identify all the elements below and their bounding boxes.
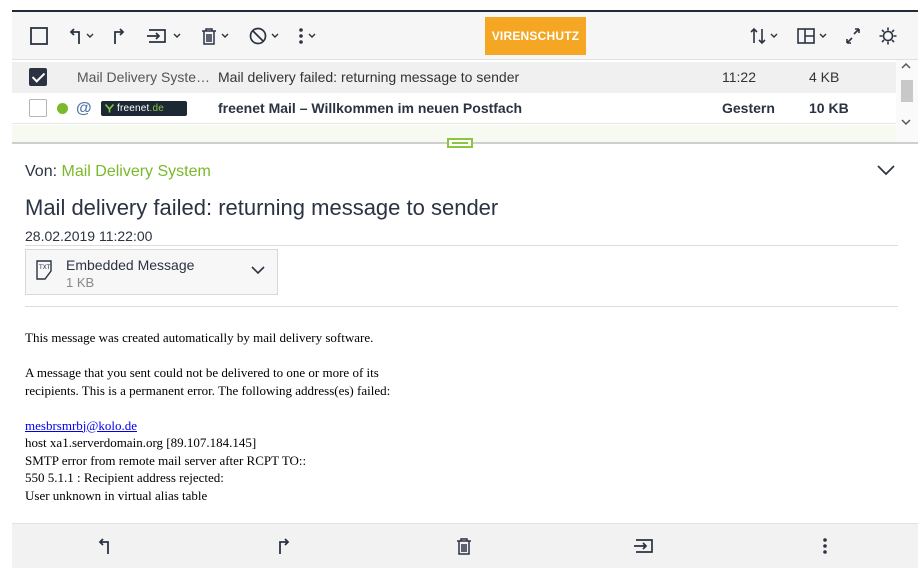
message-row[interactable]: @ freenet.de freenet Mail – Willkommen i… [12, 93, 896, 124]
message-list: Mail Delivery Syste… Mail delivery faile… [12, 60, 918, 142]
row-checkbox[interactable] [29, 68, 47, 86]
freenet-logo-text: freenet.de [117, 103, 165, 114]
move-button[interactable] [146, 22, 181, 50]
body-line: recipients. This is a permanent error. T… [25, 382, 391, 398]
checkbox-icon [30, 27, 48, 45]
mail-app: VIRENSCHUTZ Mail Delivery Syste… Mail de… [12, 10, 918, 568]
move-icon [147, 29, 166, 43]
text-file-icon: TXT [36, 260, 52, 280]
layout-icon [797, 28, 815, 44]
move-button[interactable] [633, 536, 657, 561]
trash-icon [457, 538, 471, 555]
chevron-down-icon [271, 33, 279, 38]
chevron-down-icon[interactable] [250, 265, 266, 275]
forward-icon [114, 28, 125, 44]
email-subject: Mail delivery failed: returning message … [25, 195, 499, 220]
message-sender: Mail Delivery Syste… [77, 69, 211, 85]
from-line: Von: Mail Delivery System [25, 163, 211, 181]
freenet-logo: freenet.de [101, 101, 187, 116]
forward-icon [279, 538, 290, 554]
virus-protection-button[interactable]: VIRENSCHUTZ [485, 17, 586, 55]
scroll-down-icon[interactable] [901, 118, 911, 126]
body-line: This message was created automatically b… [25, 330, 374, 345]
attachment-name: Embedded Message [66, 257, 195, 273]
at-sign-icon: @ [76, 100, 92, 117]
reply-icon [69, 28, 80, 44]
from-sender-link[interactable]: Mail Delivery System [61, 163, 210, 180]
body-line: A message that you sent could not be del… [25, 365, 379, 380]
failed-address-link[interactable]: mesbrsmrbj@kolo.de [25, 418, 137, 433]
delete-button[interactable] [455, 536, 473, 561]
body-line: 550 5.1.1 : Recipient address rejected: [25, 470, 224, 485]
delete-button[interactable] [200, 22, 229, 50]
select-all-checkbox[interactable] [29, 22, 49, 50]
message-size: 10 KB [809, 100, 849, 116]
message-row[interactable]: Mail Delivery Syste… Mail delivery faile… [12, 62, 896, 93]
attachment-card[interactable]: TXT Embedded Message 1 KB [25, 249, 278, 295]
collapse-header-button[interactable] [876, 163, 896, 181]
email-date: 28.02.2019 11:22:00 [25, 228, 153, 244]
reply-icon [98, 538, 109, 554]
forward-button[interactable] [111, 22, 127, 50]
freenet-y-icon [105, 104, 114, 113]
more-icon [299, 28, 303, 44]
row-checkbox[interactable] [29, 99, 47, 117]
chevron-down-icon [173, 33, 181, 38]
unread-dot-icon [57, 103, 68, 114]
layout-button[interactable] [796, 22, 827, 50]
chevron-down-icon [308, 33, 316, 38]
toolbar: VIRENSCHUTZ [12, 12, 918, 60]
trash-icon [202, 28, 216, 45]
message-subject: Mail delivery failed: returning message … [218, 69, 520, 85]
more-actions-button[interactable] [821, 536, 829, 561]
attachment-size: 1 KB [66, 275, 95, 290]
email-body: This message was created automatically b… [25, 329, 885, 504]
message-time: 11:22 [722, 69, 756, 85]
message-size: 4 KB [809, 69, 840, 85]
divider [25, 245, 898, 246]
expand-icon [846, 28, 860, 44]
sort-icon [750, 27, 766, 45]
fullscreen-button[interactable] [844, 22, 862, 50]
spam-button[interactable] [248, 22, 279, 50]
scroll-up-icon[interactable] [901, 62, 911, 70]
list-scrollbar[interactable] [896, 60, 918, 142]
chevron-down-icon [86, 33, 94, 38]
settings-button[interactable] [878, 22, 898, 50]
body-line: User unknown in virtual alias table [25, 487, 208, 503]
settings-icon [879, 27, 897, 45]
body-line: SMTP error from remote mail server after… [25, 452, 307, 468]
chevron-down-icon [819, 33, 827, 38]
from-label: Von: [25, 163, 58, 180]
chevron-down-icon [877, 165, 895, 176]
reply-button[interactable] [67, 22, 94, 50]
reply-button[interactable] [96, 536, 112, 561]
block-icon [249, 27, 267, 45]
divider [25, 306, 898, 307]
more-icon [823, 538, 827, 554]
sort-button[interactable] [749, 22, 778, 50]
message-time: Gestern [722, 100, 775, 116]
forward-button[interactable] [276, 536, 292, 561]
chevron-down-icon [221, 33, 229, 38]
body-line: host xa1.serverdomain.org [89.107.184.14… [25, 435, 257, 450]
move-icon [634, 539, 653, 553]
chevron-down-icon [770, 33, 778, 38]
svg-text:TXT: TXT [38, 264, 51, 271]
splitter-handle[interactable] [447, 138, 473, 148]
scroll-thumb[interactable] [901, 80, 913, 102]
more-actions-button[interactable] [297, 22, 316, 50]
bottom-action-bar [12, 523, 918, 568]
message-subject: freenet Mail – Willkommen im neuen Postf… [218, 100, 523, 116]
